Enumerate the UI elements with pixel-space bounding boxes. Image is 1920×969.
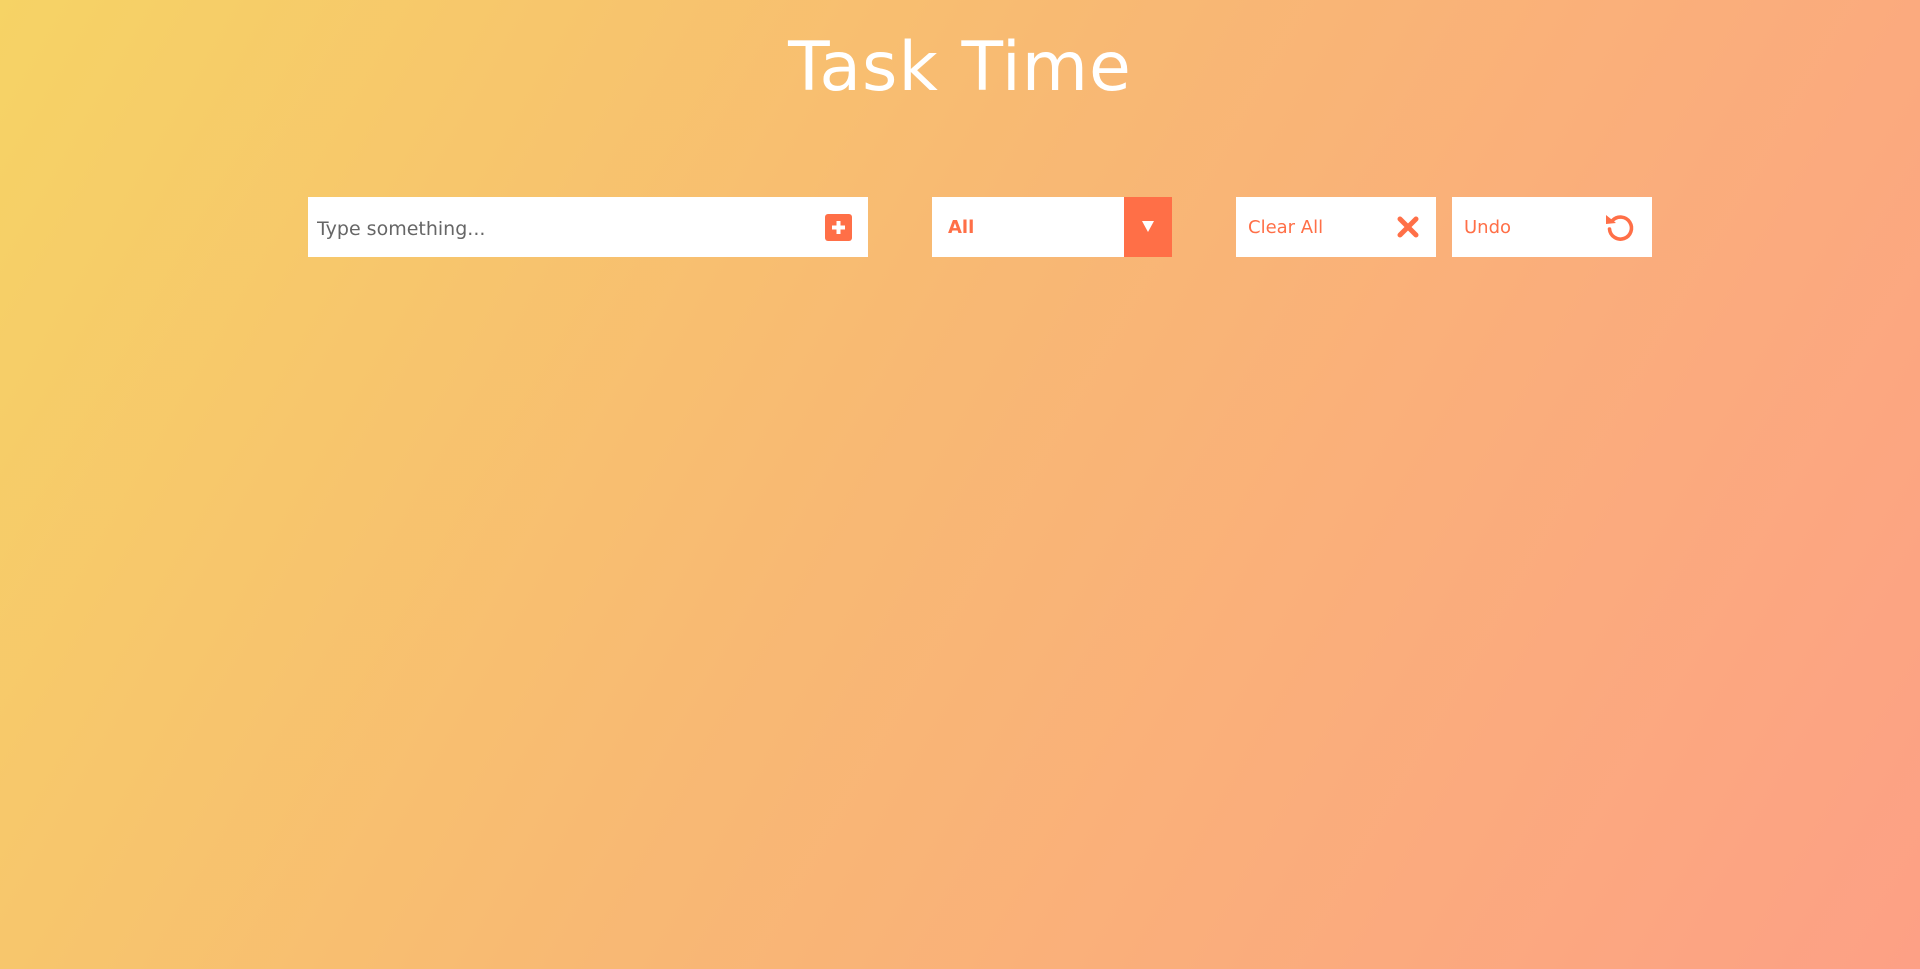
undo-label: Undo: [1464, 216, 1512, 238]
filter-select[interactable]: All: [932, 197, 1172, 257]
undo-icon: [1604, 211, 1636, 243]
page-title: Task Time: [788, 28, 1132, 107]
filter-selected-value: All: [948, 217, 975, 238]
add-todo-button[interactable]: [825, 213, 852, 241]
filter-dropdown-toggle[interactable]: [1124, 197, 1172, 257]
caret-down-icon: [1142, 220, 1154, 232]
todo-input[interactable]: [308, 197, 825, 257]
close-icon: [1396, 215, 1420, 239]
plus-square-icon: [830, 219, 847, 236]
undo-button[interactable]: Undo: [1452, 197, 1652, 257]
todo-form: [308, 197, 868, 257]
clear-all-label: Clear All: [1248, 216, 1324, 238]
clear-all-button[interactable]: Clear All: [1236, 197, 1436, 257]
